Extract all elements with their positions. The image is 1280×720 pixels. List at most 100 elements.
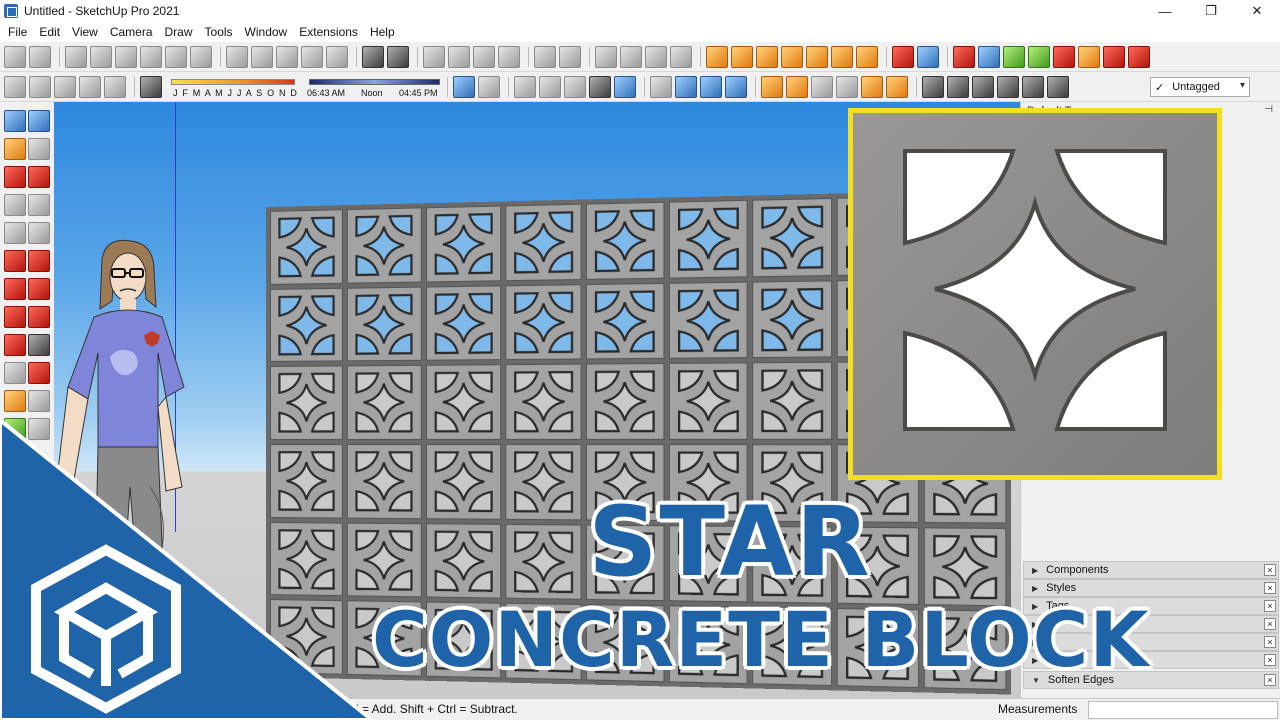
section-cut-icon[interactable] [559, 46, 581, 68]
close-button[interactable]: ✕ [1234, 0, 1280, 22]
star-concrete-block[interactable] [668, 281, 748, 360]
restore-button[interactable]: ❐ [1188, 0, 1234, 22]
hidden-line-mode-icon[interactable] [589, 76, 611, 98]
star-concrete-block[interactable] [586, 282, 665, 360]
axis-red-x-icon[interactable] [1103, 46, 1125, 68]
chevron-down-icon[interactable]: ▾ [1240, 80, 1245, 91]
drape-icon[interactable] [498, 46, 520, 68]
storage-icon[interactable] [104, 76, 126, 98]
tag-move-icon[interactable] [972, 76, 994, 98]
push-pull-icon[interactable] [28, 306, 50, 328]
axis-orange-icon[interactable] [1078, 46, 1100, 68]
stamp-icon[interactable] [473, 46, 495, 68]
polygon-icon[interactable] [28, 222, 50, 244]
geo-location-icon[interactable] [786, 76, 808, 98]
star-concrete-block[interactable] [752, 279, 833, 359]
extension-drop-icon[interactable] [917, 46, 939, 68]
close-panel-icon[interactable]: × [1264, 582, 1276, 594]
follow-me-icon[interactable] [28, 334, 50, 356]
dimension-icon[interactable] [28, 390, 50, 412]
extension-spark-icon[interactable] [806, 46, 828, 68]
rectangle-icon[interactable] [4, 194, 26, 216]
extension-ruler-icon[interactable] [731, 46, 753, 68]
building-icon[interactable] [836, 76, 858, 98]
hidden-line-icon[interactable] [276, 46, 298, 68]
frame-icon[interactable] [670, 46, 692, 68]
move-icon[interactable] [4, 306, 26, 328]
select-arrow-icon[interactable] [4, 110, 26, 132]
right-view-icon[interactable] [140, 46, 162, 68]
scale-icon[interactable] [4, 362, 26, 384]
pin-icon[interactable]: ⊣ [1264, 104, 1273, 115]
extension-settings-icon[interactable] [706, 46, 728, 68]
sandbox-icon[interactable] [423, 46, 445, 68]
shadows-toggle-icon[interactable] [140, 76, 162, 98]
extension-circle-icon[interactable] [856, 46, 878, 68]
panel-components[interactable]: ▶ Components × [1023, 561, 1279, 579]
arc-icon[interactable] [4, 250, 26, 272]
tag-selector[interactable]: ✓ Untagged ▾ [1150, 77, 1250, 97]
menu-help[interactable]: Help [364, 25, 401, 39]
layout-icon[interactable] [620, 46, 642, 68]
scenes-icon[interactable] [595, 46, 617, 68]
menu-tools[interactable]: Tools [199, 25, 239, 39]
menu-window[interactable]: Window [239, 25, 294, 39]
pie-icon[interactable] [4, 278, 26, 300]
tape-measure-icon[interactable] [4, 390, 26, 412]
home-icon[interactable] [54, 76, 76, 98]
star-concrete-block[interactable] [347, 207, 422, 284]
minimize-button[interactable]: — [1142, 0, 1188, 22]
solid-tools-icon[interactable] [362, 46, 384, 68]
time-slider-track[interactable] [309, 79, 440, 85]
rotated-rectangle-icon[interactable] [28, 194, 50, 216]
export-icon[interactable] [861, 76, 883, 98]
star-concrete-block[interactable] [425, 205, 502, 283]
extension-warehouse-icon[interactable] [29, 76, 51, 98]
close-panel-icon[interactable]: × [1264, 636, 1276, 648]
tag-select-icon[interactable] [947, 76, 969, 98]
three-point-arc-icon[interactable] [28, 278, 50, 300]
star-concrete-block[interactable] [425, 285, 502, 362]
star-concrete-block[interactable] [752, 362, 833, 440]
star-concrete-block[interactable] [425, 444, 502, 520]
shaded-mode-icon[interactable] [614, 76, 636, 98]
star-concrete-block[interactable] [752, 197, 833, 277]
extension-pin-icon[interactable] [781, 46, 803, 68]
month-slider-track[interactable] [171, 79, 295, 85]
menu-view[interactable]: View [66, 25, 104, 39]
time-slider[interactable]: 06:43 AM Noon 04:45 PM [307, 75, 442, 99]
shaded-icon[interactable] [301, 46, 323, 68]
menu-extensions[interactable]: Extensions [293, 25, 364, 39]
star-concrete-block[interactable] [668, 199, 748, 279]
tag-tool-icon[interactable] [922, 76, 944, 98]
circle-icon[interactable] [4, 222, 26, 244]
face-style-icon[interactable] [453, 76, 475, 98]
wireframe-mode-icon[interactable] [564, 76, 586, 98]
orbit-box-icon[interactable] [675, 76, 697, 98]
left-view-icon[interactable] [190, 46, 212, 68]
close-panel-icon[interactable]: × [1264, 600, 1276, 612]
photo-texture-icon[interactable] [761, 76, 783, 98]
iso-view-icon[interactable] [65, 46, 87, 68]
lasso-icon[interactable] [28, 110, 50, 132]
close-panel-icon[interactable]: × [1264, 674, 1276, 686]
close-panel-icon[interactable]: × [1264, 564, 1276, 576]
rotate-icon[interactable] [4, 334, 26, 356]
offset-icon[interactable] [28, 362, 50, 384]
move-axes-icon[interactable] [650, 76, 672, 98]
star-concrete-block[interactable] [505, 203, 583, 281]
menu-draw[interactable]: Draw [159, 25, 199, 39]
paint-bucket-icon[interactable] [4, 138, 26, 160]
outer-shell-icon[interactable] [387, 46, 409, 68]
styles-icon[interactable] [645, 46, 667, 68]
look-around-icon[interactable] [725, 76, 747, 98]
menu-file[interactable]: File [2, 25, 33, 39]
back-view-icon[interactable] [165, 46, 187, 68]
star-concrete-block[interactable] [505, 363, 583, 440]
smoove-icon[interactable] [448, 46, 470, 68]
axis-blue-icon[interactable] [978, 46, 1000, 68]
warehouse-icon[interactable] [4, 76, 26, 98]
month-slider[interactable]: J F M A M J J A S O N D [169, 75, 297, 99]
menu-camera[interactable]: Camera [104, 25, 159, 39]
select-icon[interactable] [4, 46, 26, 68]
